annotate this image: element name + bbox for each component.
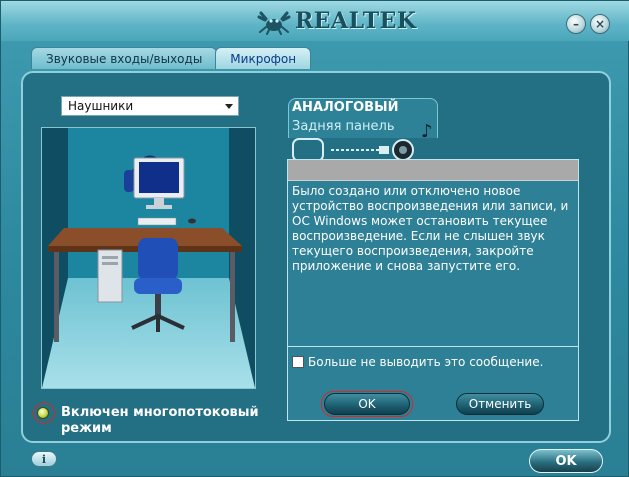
realtek-main-window: REALTEK – × Звуковые входы/выходы Микроф… xyxy=(0,0,629,477)
connector-subtitle: Задняя панель xyxy=(292,119,395,134)
close-icon: × xyxy=(594,17,606,31)
dialog-title-bar[interactable] xyxy=(288,160,578,181)
minimize-button[interactable]: – xyxy=(566,14,586,34)
dont-show-again-option[interactable]: Больше не выводить это сообщение. xyxy=(292,355,543,369)
realtek-logo: REALTEK xyxy=(257,5,417,37)
dialog-cancel-button[interactable]: Отменить xyxy=(456,393,544,415)
music-note-icon: ♪ xyxy=(421,121,433,142)
dont-show-again-label: Больше не выводить это сообщение. xyxy=(308,355,544,369)
dialog-message: Было создано или отключено новое устройс… xyxy=(292,184,569,273)
chevron-down-icon xyxy=(225,104,233,109)
minimize-icon: – xyxy=(573,17,579,31)
title-bar[interactable]: REALTEK – × xyxy=(1,1,629,41)
computer-desk-scene xyxy=(42,128,255,388)
main-ok-button[interactable]: OK xyxy=(529,449,603,473)
dont-show-again-checkbox[interactable] xyxy=(292,356,304,368)
dialog-divider xyxy=(288,346,578,347)
brand-name: REALTEK xyxy=(295,8,417,34)
info-icon: i xyxy=(41,452,47,466)
tab-audio-io[interactable]: Звуковые входы/выходы xyxy=(31,47,218,69)
device-change-dialog: Было создано или отключено новое устройс… xyxy=(287,159,579,421)
multistream-led-icon[interactable] xyxy=(37,407,49,419)
connector-title: АНАЛОГОВЫЙ xyxy=(292,100,399,115)
dialog-ok-button[interactable]: OK xyxy=(324,393,410,415)
tab-microphone[interactable]: Микрофон xyxy=(215,47,312,69)
close-button[interactable]: × xyxy=(590,14,610,34)
device-select-value: Наушники xyxy=(68,99,134,113)
device-illustration xyxy=(41,127,256,389)
realtek-crab-logo-icon xyxy=(257,11,291,35)
tab-strip: Звуковые входы/выходы Микрофон xyxy=(31,45,312,69)
info-button[interactable]: i xyxy=(31,451,57,467)
device-select[interactable]: Наушники xyxy=(61,96,239,116)
multistream-status-label: Включен многопотоковый режим xyxy=(61,405,259,436)
